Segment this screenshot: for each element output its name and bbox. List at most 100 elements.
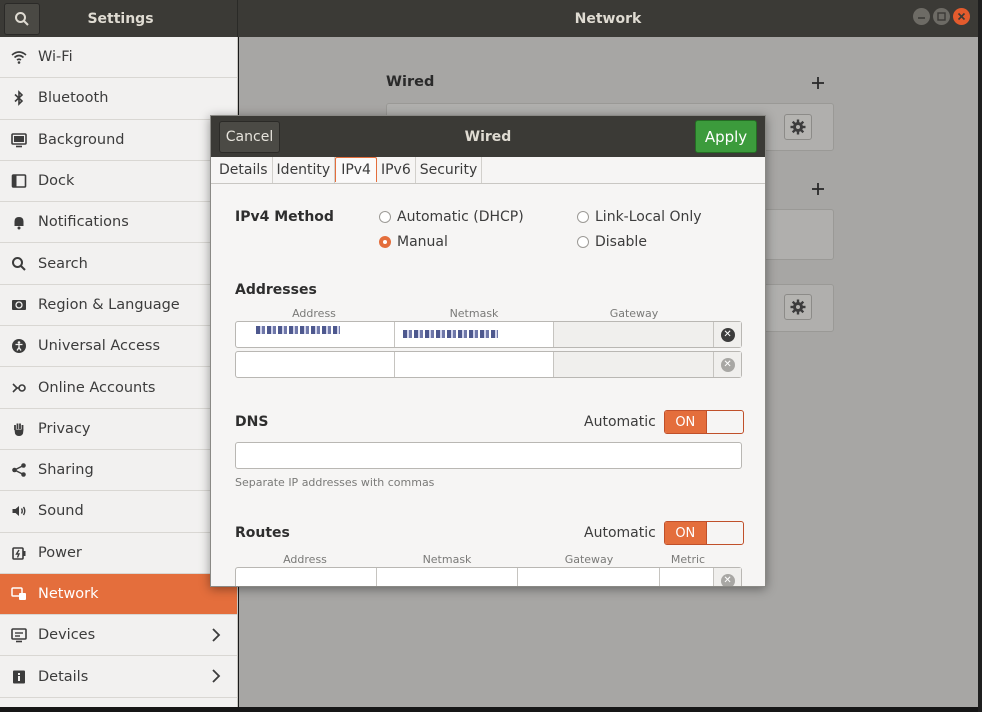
- redacted-value: [256, 326, 340, 334]
- ipv4-page: IPv4 Method Automatic (DHCP) Link-Local …: [211, 184, 765, 586]
- radio-disable[interactable]: Disable: [577, 234, 647, 250]
- redacted-value: [402, 330, 498, 338]
- sidebar-item-label: Devices: [38, 627, 96, 644]
- wired-section-title: Wired: [386, 74, 435, 90]
- sidebar-item-universal-access[interactable]: Universal Access: [0, 326, 237, 368]
- panel-title: Network: [574, 10, 642, 27]
- address-row: ✕: [235, 321, 742, 348]
- tab-security[interactable]: Security: [416, 157, 483, 183]
- sidebar-item-sharing[interactable]: Sharing: [0, 450, 237, 492]
- chevron-right-icon: [211, 669, 221, 687]
- sidebar-item-search[interactable]: Search: [0, 243, 237, 285]
- sidebar-item-label: Network: [38, 586, 99, 602]
- sidebar-item-network[interactable]: Network: [0, 573, 237, 616]
- dns-input[interactable]: [235, 442, 742, 469]
- sidebar-item-power[interactable]: Power: [0, 533, 237, 574]
- tab-details[interactable]: Details: [215, 157, 273, 183]
- remove-address-button[interactable]: ✕: [714, 352, 742, 377]
- sidebar-item-label: Region & Language: [38, 296, 180, 313]
- route-gateway-input[interactable]: [518, 568, 661, 586]
- column-gateway: Gateway: [609, 307, 659, 320]
- sidebar-item-details[interactable]: Details: [0, 656, 237, 698]
- radio-label: Manual: [397, 234, 448, 250]
- add-vpn-button[interactable]: [811, 177, 825, 201]
- radio-automatic-dhcp[interactable]: Automatic (DHCP): [379, 209, 524, 225]
- netmask-input[interactable]: [395, 352, 555, 377]
- maximize-button[interactable]: [933, 8, 950, 25]
- address-row: ✕: [235, 351, 742, 378]
- sidebar-item-label: Privacy: [38, 420, 91, 437]
- wired-connection-dialog: Cancel Wired Apply Details Identity IPv4…: [210, 115, 766, 587]
- search-icon: [15, 11, 29, 26]
- chevron-right-icon: [211, 628, 221, 646]
- column-route-gateway: Gateway: [564, 553, 614, 566]
- sidebar-item-notifications[interactable]: Notifications: [0, 202, 237, 244]
- column-address: Address: [292, 307, 336, 320]
- route-netmask-input[interactable]: [377, 568, 519, 586]
- sidebar-item-region-language[interactable]: Region & Language: [0, 285, 237, 327]
- radio-label: Automatic (DHCP): [397, 209, 524, 225]
- dock-icon: [10, 172, 28, 190]
- apply-button[interactable]: Apply: [695, 120, 757, 153]
- wifi-icon: [10, 48, 28, 66]
- sidebar-item-devices[interactable]: Devices: [0, 615, 237, 657]
- close-button[interactable]: [953, 8, 970, 25]
- info-icon: [10, 668, 28, 686]
- switch-on-label: ON: [664, 522, 706, 544]
- radio-indicator[interactable]: [577, 236, 589, 248]
- address-input[interactable]: [236, 352, 395, 377]
- dialog-title: Wired: [464, 128, 512, 145]
- dns-automatic-switch[interactable]: ON: [663, 410, 744, 434]
- address-input[interactable]: [236, 322, 395, 347]
- routes-automatic: Automatic ON: [584, 521, 744, 545]
- gateway-input[interactable]: [554, 352, 715, 377]
- radio-indicator[interactable]: [379, 211, 391, 223]
- sidebar-item-dock[interactable]: Dock: [0, 161, 237, 203]
- dialog-header: Cancel Wired Apply: [211, 116, 765, 157]
- proxy-settings-button[interactable]: [784, 294, 812, 320]
- remove-address-button[interactable]: ✕: [714, 322, 742, 347]
- power-icon: [10, 544, 28, 562]
- dialog-tabs: Details Identity IPv4 IPv6 Security: [211, 157, 765, 184]
- sidebar-item-label: Search: [38, 255, 88, 272]
- sidebar-item-label: Sound: [38, 503, 84, 520]
- add-wired-button[interactable]: [811, 71, 825, 95]
- tab-ipv4[interactable]: IPv4: [335, 157, 377, 182]
- gateway-input[interactable]: [554, 322, 715, 347]
- accessibility-icon: [10, 337, 28, 355]
- window-titlebar: Settings Network: [0, 0, 978, 37]
- minimize-button[interactable]: [913, 8, 930, 25]
- radio-link-local-only[interactable]: Link-Local Only: [577, 209, 702, 225]
- plus-icon: [812, 183, 824, 195]
- desktop-edge-right: [978, 0, 982, 712]
- sidebar-item-bluetooth[interactable]: Bluetooth: [0, 78, 237, 120]
- tab-identity[interactable]: Identity: [273, 157, 336, 183]
- route-address-input[interactable]: [236, 568, 377, 586]
- search-button[interactable]: [4, 2, 40, 35]
- sidebar-item-online-accounts[interactable]: Online Accounts: [0, 367, 237, 409]
- tab-ipv6[interactable]: IPv6: [377, 157, 416, 183]
- cancel-button[interactable]: Cancel: [219, 121, 280, 153]
- addresses-label: Addresses: [235, 282, 317, 298]
- sidebar-item-label: Universal Access: [38, 338, 161, 355]
- dns-label: DNS: [235, 414, 269, 430]
- route-row: ✕: [235, 567, 742, 586]
- minimize-icon: [918, 17, 925, 19]
- route-metric-input[interactable]: [660, 568, 715, 586]
- radio-indicator[interactable]: [577, 211, 589, 223]
- radio-manual[interactable]: Manual: [379, 234, 448, 250]
- sidebar-item-background[interactable]: Background: [0, 120, 237, 161]
- wired-settings-button[interactable]: [784, 114, 812, 140]
- clear-icon: ✕: [720, 327, 735, 342]
- network-icon: [10, 585, 28, 603]
- sidebar-item-sound[interactable]: Sound: [0, 491, 237, 533]
- sidebar-item-privacy[interactable]: Privacy: [0, 409, 237, 450]
- sidebar-item-wifi[interactable]: Wi-Fi: [0, 37, 237, 79]
- remove-route-button[interactable]: ✕: [714, 568, 741, 586]
- sidebar-item-label: Sharing: [38, 462, 94, 479]
- window-controls: [913, 8, 970, 25]
- clear-icon: ✕: [720, 573, 735, 586]
- routes-automatic-switch[interactable]: ON: [663, 521, 744, 545]
- radio-indicator[interactable]: [379, 236, 391, 248]
- netmask-input[interactable]: [395, 322, 555, 347]
